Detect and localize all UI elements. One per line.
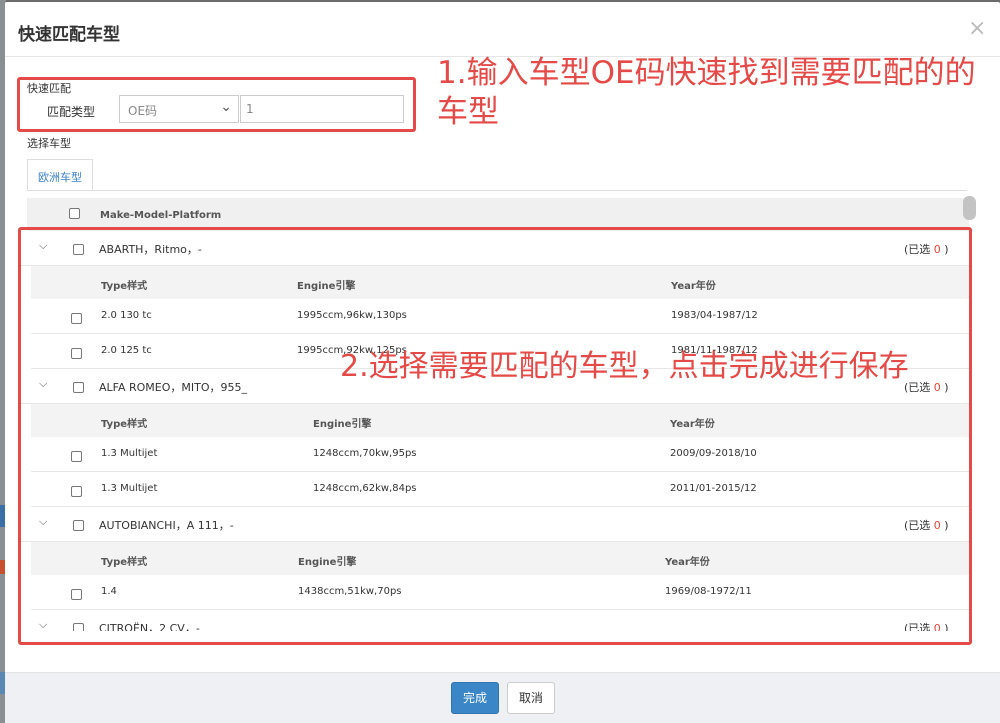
list-header-title: Make-Model-Platform (100, 210, 222, 221)
close-icon[interactable]: × (968, 16, 986, 41)
tab-divider (27, 190, 967, 191)
cancel-button[interactable]: 取消 (507, 682, 555, 714)
finish-button[interactable]: 完成 (451, 682, 499, 714)
dialog-footer (5, 672, 1000, 723)
annotation-box-quick-match (17, 77, 416, 132)
annotation-box-model-list (18, 227, 972, 645)
scrollbar-thumb[interactable] (963, 196, 976, 220)
tab-european-models[interactable]: 欧洲车型 (27, 159, 93, 191)
choose-model-label: 选择车型 (27, 137, 71, 150)
select-all-checkbox[interactable] (69, 208, 80, 219)
annotation-step1: 1.输入车型OE码快速找到需要匹配的的车型 (437, 55, 976, 130)
annotation-step2: 2.选择需要匹配的车型，点击完成进行保存 (340, 349, 909, 384)
dialog-header: 快速匹配车型 × (5, 2, 1000, 57)
dialog-title: 快速匹配车型 (18, 25, 120, 45)
